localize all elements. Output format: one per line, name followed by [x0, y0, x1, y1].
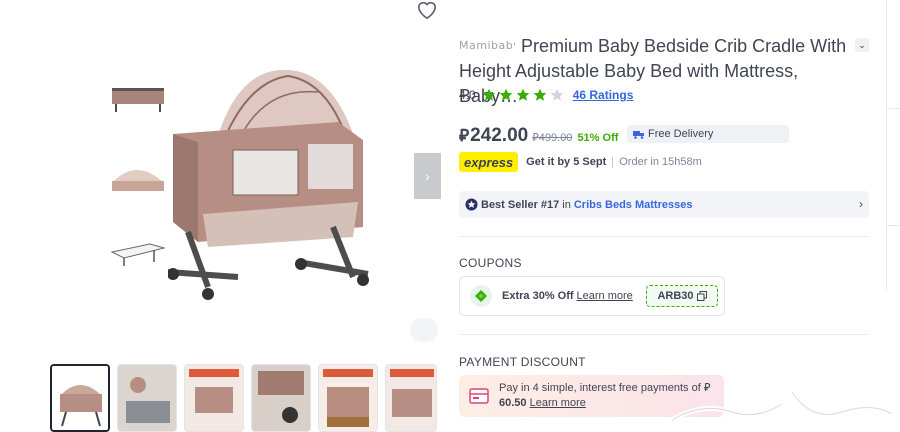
gallery-thumb-5[interactable] [318, 364, 378, 432]
thumb-crib-mattress[interactable] [108, 230, 168, 274]
gallery-thumb-3[interactable] [184, 364, 244, 432]
edge-divider [887, 108, 900, 109]
star-icon [550, 88, 563, 101]
next-image-button[interactable]: › [414, 153, 441, 199]
bestseller-badge-icon [465, 198, 478, 211]
current-price: 242.00 [470, 125, 529, 146]
delivery-row: express Get it by 5 Sept Order in 15h58m [459, 152, 702, 172]
chevron-right-icon: › [859, 197, 863, 211]
free-delivery-badge: Free Delivery [627, 125, 789, 143]
installment-learn-more-link[interactable]: Learn more [530, 397, 586, 409]
old-price-value: 499.00 [538, 132, 573, 144]
truck-icon [633, 130, 644, 139]
bestseller-rank: Best Seller #17 [481, 198, 560, 211]
edge-divider [887, 225, 900, 226]
express-badge: express [459, 152, 519, 172]
thumb-crib-side-view[interactable] [108, 80, 168, 124]
watermark-logo [669, 379, 895, 423]
bestseller-banner[interactable]: Best Seller #17 in Cribs Beds Mattresses… [459, 191, 869, 218]
horizontal-thumbnails [50, 364, 444, 432]
heart-icon [417, 1, 437, 20]
bestseller-in: in [562, 198, 571, 211]
divider [459, 236, 869, 237]
star-icon [482, 88, 495, 101]
divider [459, 334, 869, 335]
zoom-hint [410, 318, 438, 342]
thumb-crib-canopy[interactable] [108, 155, 168, 199]
delivery-separator [612, 156, 614, 168]
gallery-thumb-2[interactable] [117, 364, 177, 432]
coupon-learn-more-link[interactable]: Learn more [577, 290, 633, 302]
coupon-offer: Extra 30% Off [502, 290, 574, 302]
installment-amount: 60.50 [499, 397, 527, 409]
main-product-image[interactable] [168, 62, 373, 307]
ratings-count-link[interactable]: 46 Ratings [573, 88, 634, 102]
star-icon [516, 88, 529, 101]
coupon-code-button[interactable]: ARB30 [646, 285, 718, 307]
coupons-section-title: COUPONS [459, 256, 522, 270]
gallery-thumb-4[interactable] [251, 364, 311, 432]
rating-value: 4.0 [459, 88, 476, 102]
chevron-right-icon: › [425, 168, 430, 184]
currency-symbol: ⃁ [459, 126, 470, 145]
rating-row: 4.0 46 Ratings [459, 88, 633, 102]
discount-badge: 51% Off [577, 132, 619, 144]
bestseller-category-link[interactable]: Cribs Beds Mattresses [574, 199, 693, 211]
vertical-thumbnails [108, 80, 170, 305]
product-gallery: › [0, 0, 445, 432]
svg-text:Mamibaby: Mamibaby [459, 39, 515, 50]
old-price: ⃁499.00 [532, 131, 572, 145]
price-row: ⃁ 242.00 ⃁499.00 51% Off [459, 124, 618, 147]
coupon-code: ARB30 [657, 290, 694, 302]
right-panel-edge [886, 0, 900, 290]
expand-title-button[interactable]: ⌄ [855, 38, 869, 52]
chevron-down-icon: ⌄ [858, 39, 866, 50]
installment-card-icon [469, 388, 489, 404]
star-icon [533, 88, 546, 101]
coupon-tag-icon [470, 285, 492, 307]
wishlist-button[interactable] [416, 0, 440, 22]
brand-logo[interactable]: Mamibaby [459, 39, 515, 50]
gallery-thumb-6[interactable] [385, 364, 437, 432]
free-delivery-label: Free Delivery [648, 128, 714, 140]
copy-icon [696, 291, 707, 301]
star-icon [499, 88, 512, 101]
order-countdown: Order in 15h58m [619, 156, 702, 168]
delivery-date: Get it by 5 Sept [526, 156, 607, 168]
coupon-card: Extra 30% Off Learn more ARB30 [459, 276, 725, 316]
rating-stars [482, 88, 567, 102]
payment-discount-section-title: PAYMENT DISCOUNT [459, 355, 586, 369]
gallery-thumb-1[interactable] [50, 364, 110, 432]
